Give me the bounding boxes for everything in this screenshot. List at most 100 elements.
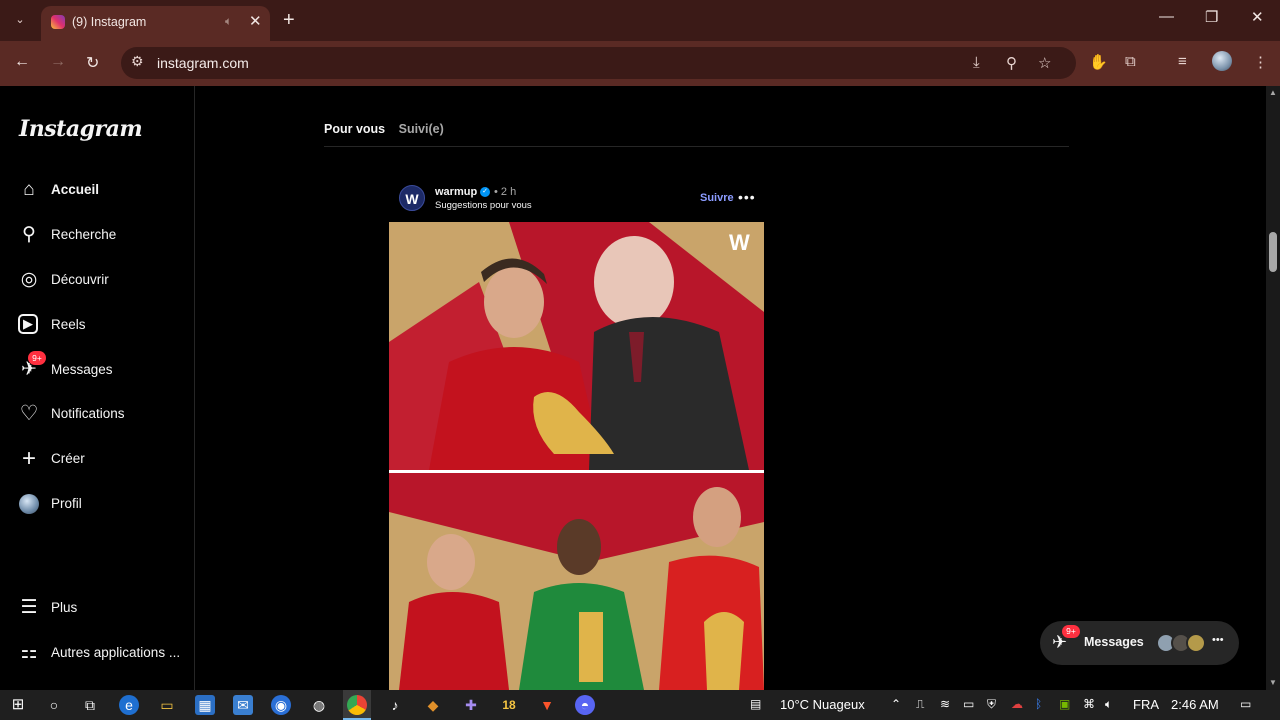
cortana-circle-icon[interactable]: ○ (44, 695, 64, 715)
weather-icon[interactable]: ▤ (750, 697, 761, 711)
verified-badge-icon: ✓ (480, 187, 490, 197)
messages-floating-button[interactable]: ✈ 9+ Messages ••• (1040, 621, 1239, 665)
discord-icon[interactable]: ◓ (575, 695, 595, 715)
avatar (1186, 633, 1206, 653)
weather-text[interactable]: 10°C Nuageux (780, 697, 865, 712)
player-head (484, 266, 544, 338)
obs-icon[interactable]: ◍ (309, 695, 329, 715)
apps-icon: ⚏ (20, 642, 38, 663)
search-icon: ⚲ (22, 224, 36, 245)
post-username[interactable]: warmup (435, 186, 477, 198)
scrollbar-thumb[interactable] (1269, 232, 1277, 272)
page-scrollbar[interactable]: ▲ ▼ (1266, 86, 1280, 690)
feed-tabs: Pour vous Suivi(e) (324, 122, 454, 136)
battery-icon[interactable]: ▭ (963, 697, 974, 711)
tab-close-icon[interactable]: ✕ (249, 12, 262, 30)
sidebar-item-label: Autres applications ... (51, 645, 181, 660)
file-explorer-icon[interactable]: ▭ (157, 695, 177, 715)
microphone-icon[interactable]: ⎍ (916, 697, 924, 712)
minimize-icon[interactable]: — (1159, 8, 1174, 25)
extensions-puzzle-icon[interactable]: ⧉ (1125, 53, 1136, 70)
tiktok-icon[interactable]: ♪ (385, 695, 405, 715)
scroll-up-icon[interactable]: ▲ (1269, 88, 1277, 97)
volume-icon[interactable]: 🔈︎ (1105, 697, 1112, 712)
app-icon[interactable]: ◉ (271, 695, 291, 715)
browser-tab[interactable]: (9) Instagram 🔈︎ ✕ (41, 6, 270, 41)
security-icon[interactable]: ⛨ (987, 697, 996, 712)
browser-menu-icon[interactable]: ⋮ (1253, 53, 1268, 71)
instagram-favicon-icon (51, 15, 65, 29)
wifi-icon[interactable]: ≋ (940, 697, 950, 711)
sidebar-item-messages[interactable]: ✈ 9+ Messages (18, 351, 188, 387)
follow-button[interactable]: Suivre (700, 192, 734, 204)
install-app-icon[interactable]: ⤓ (973, 54, 980, 71)
feed-divider (324, 146, 1069, 147)
window-close-icon[interactable]: ✕ (1251, 8, 1264, 26)
sidebar-item-label: Recherche (51, 227, 117, 242)
app-shield-icon[interactable]: ◆ (423, 695, 443, 715)
app-tray-icon[interactable]: ☁ (1011, 697, 1023, 711)
photo-separator (389, 470, 764, 473)
browser-tab-bar: ⌄ (9) Instagram 🔈︎ ✕ + — ❐ ✕ (0, 0, 1280, 41)
sidebar-item-search[interactable]: ⚲ Recherche (18, 222, 188, 252)
nvidia-icon[interactable]: ▣ (1059, 697, 1070, 711)
post-image[interactable]: W (389, 222, 764, 690)
site-settings-icon[interactable]: ⚙ (131, 53, 144, 70)
sidebar-item-reels[interactable]: ▶ Reels (18, 312, 188, 342)
bluetooth-icon[interactable]: ᛒ (1035, 697, 1042, 711)
store-icon[interactable]: ▦ (195, 695, 215, 715)
sidebar-item-home[interactable]: ⌂ Accueil (18, 177, 188, 207)
sidebar-item-create[interactable]: + Créer (18, 446, 188, 476)
gamepad-icon[interactable]: ✚ (461, 695, 481, 715)
tab-title: (9) Instagram (72, 15, 147, 29)
new-tab-button[interactable]: + (283, 8, 295, 32)
reload-icon[interactable]: ↻ (86, 53, 99, 73)
sidebar-item-label: Notifications (51, 406, 125, 421)
media-control-icon[interactable]: ≡ (1178, 53, 1187, 70)
restore-icon[interactable]: ❐ (1205, 8, 1218, 26)
sidebar-item-other-apps[interactable]: ⚏ Autres applications ... (18, 640, 188, 670)
task-view-icon[interactable]: ⧉ (80, 695, 100, 715)
tray-chevron-icon[interactable]: ⌃ (891, 697, 901, 711)
mail-icon[interactable]: ✉ (233, 695, 253, 715)
right-player-head (693, 487, 741, 547)
sidebar-item-explore[interactable]: ◎ Découvrir (18, 267, 188, 297)
sidebar-item-label: Accueil (51, 182, 100, 197)
post-header: W warmup ✓ • 2 h Suggestions pour vous S… (399, 185, 764, 215)
plus-icon: + (21, 445, 36, 472)
speaker-icon[interactable]: 🔈︎ (225, 14, 232, 29)
app-18-icon[interactable]: 18 (499, 695, 519, 715)
app-tray-icon-2[interactable]: ⌘ (1083, 697, 1095, 711)
tab-search-dropdown-icon[interactable]: ⌄ (8, 8, 32, 32)
back-arrow-icon[interactable]: ← (14, 53, 30, 71)
notification-center-icon[interactable]: ▭ (1240, 697, 1251, 711)
tab-following[interactable]: Suivi(e) (399, 122, 444, 136)
sidebar-item-notifications[interactable]: ♡ Notifications (18, 401, 188, 431)
clock[interactable]: 2:46 AM (1171, 697, 1219, 712)
brave-icon[interactable]: ▼ (537, 695, 557, 715)
post-photo-illustration: W (389, 222, 764, 690)
post-avatar[interactable]: W (399, 185, 425, 211)
forward-arrow-icon[interactable]: → (50, 53, 66, 71)
edge-browser-icon[interactable]: e (119, 695, 139, 715)
more-conversations-icon: ••• (1212, 634, 1224, 646)
url-text[interactable]: instagram.com (157, 55, 249, 71)
scroll-down-icon[interactable]: ▼ (1269, 678, 1277, 687)
tab-for-you[interactable]: Pour vous (324, 122, 385, 136)
menu-icon: ☰ (20, 597, 38, 618)
address-bar[interactable]: ⚙ instagram.com ⤓ ⚲ ☆ (121, 47, 1076, 79)
reels-icon: ▶ (18, 314, 38, 334)
language-indicator[interactable]: FRA (1133, 697, 1159, 712)
sidebar-item-more[interactable]: ☰ Plus (18, 595, 188, 625)
extension-adblock-icon[interactable]: ✋ (1089, 53, 1108, 71)
more-options-icon[interactable]: ••• (738, 189, 756, 205)
profile-avatar[interactable] (1212, 51, 1232, 71)
post-time: • 2 h (494, 186, 517, 198)
zoom-icon[interactable]: ⚲ (1006, 54, 1017, 72)
bookmark-star-icon[interactable]: ☆ (1038, 54, 1051, 72)
chrome-icon[interactable] (347, 695, 367, 715)
sidebar-item-profile[interactable]: Profil (18, 491, 188, 521)
instagram-logo[interactable]: Instagram (19, 116, 143, 142)
center-player-head (557, 519, 601, 575)
windows-start-icon[interactable]: ⊞ (8, 695, 28, 715)
